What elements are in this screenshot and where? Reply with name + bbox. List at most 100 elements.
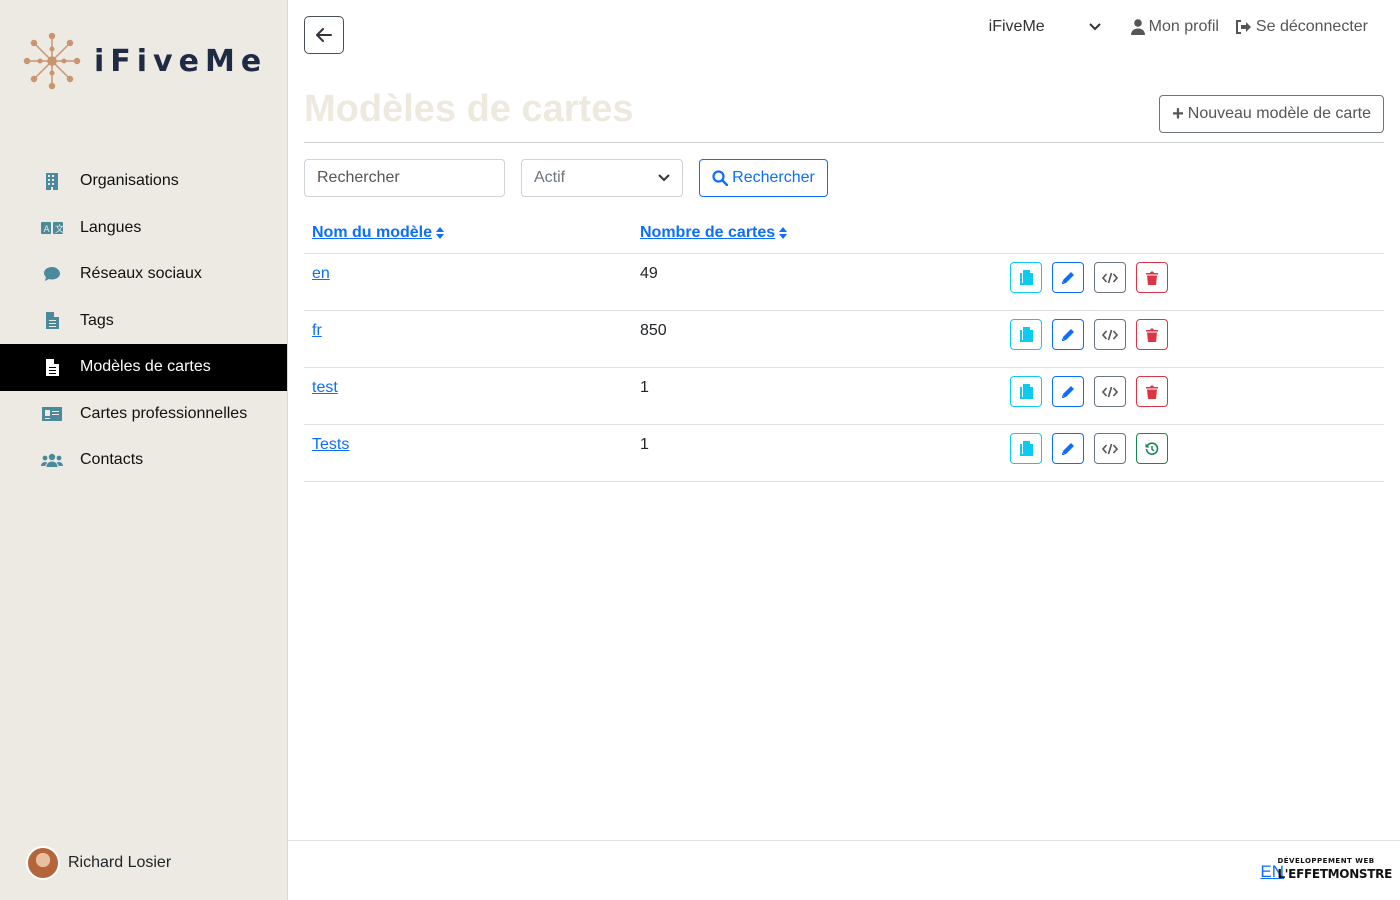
code-icon	[1102, 443, 1118, 454]
user-icon	[1130, 19, 1145, 35]
status-select-value: Actif	[534, 169, 566, 186]
page-title: Modèles de cartes	[304, 88, 634, 130]
search-button-label: Rechercher	[732, 169, 815, 186]
card-templates-table: Nom du modèle Nombre de cartes en 49 fr …	[304, 215, 1384, 482]
card-count: 850	[640, 322, 667, 339]
delete-button[interactable]	[1136, 262, 1168, 293]
delete-button[interactable]	[1136, 376, 1168, 407]
profile-link-label: Mon profil	[1148, 18, 1219, 35]
sidebar-item-label: Réseaux sociaux	[80, 265, 202, 283]
sort-by-count-header[interactable]: Nombre de cartes	[640, 224, 788, 242]
card-count: 49	[640, 265, 658, 282]
restore-button[interactable]	[1136, 433, 1168, 464]
copy-icon	[1019, 327, 1033, 342]
sort-by-name-header[interactable]: Nom du modèle	[312, 224, 445, 242]
card-count: 1	[640, 379, 649, 396]
id-card-icon	[40, 405, 64, 423]
logo[interactable]: iFiveMe	[22, 30, 267, 92]
trash-icon	[1146, 328, 1158, 342]
avatar	[26, 846, 60, 880]
new-card-template-label: Nouveau modèle de carte	[1187, 105, 1371, 122]
edit-button[interactable]	[1052, 433, 1084, 464]
logo-text: iFiveMe	[94, 43, 268, 79]
sidebar-item-organisations[interactable]: Organisations	[0, 158, 287, 205]
sidebar-item-cartes-professionnelles[interactable]: Cartes professionnelles	[0, 391, 287, 438]
template-name-link[interactable]: test	[312, 379, 338, 397]
sign-out-icon	[1235, 20, 1251, 34]
sidebar-item-label: Cartes professionnelles	[80, 404, 248, 422]
search-input[interactable]	[304, 159, 505, 197]
copy-icon	[1019, 441, 1033, 456]
sort-icon	[779, 227, 788, 239]
building-icon	[40, 172, 64, 190]
code-icon	[1102, 272, 1118, 283]
new-card-template-button[interactable]: + Nouveau modèle de carte	[1159, 95, 1384, 133]
trash-icon	[1146, 385, 1158, 399]
organisation-select-value: iFiveMe	[988, 18, 1045, 35]
file-icon	[40, 358, 64, 376]
sidebar-item-langues[interactable]: A文 Langues	[0, 205, 287, 252]
back-button[interactable]	[304, 16, 344, 54]
duplicate-button[interactable]	[1010, 376, 1042, 407]
template-name-link[interactable]: fr	[312, 322, 322, 340]
code-icon	[1102, 329, 1118, 340]
sidebar-item-modeles-de-cartes[interactable]: Modèles de cartes	[0, 344, 287, 391]
table-row: en 49	[304, 254, 1384, 311]
copy-icon	[1019, 384, 1033, 399]
code-icon	[1102, 386, 1118, 397]
developer-credit[interactable]: DÉVELOPPEMENT WEB L'EFFETMONSTRE	[1277, 857, 1392, 881]
pencil-icon	[1062, 271, 1074, 284]
arrow-left-icon	[316, 28, 332, 42]
credit-small: DÉVELOPPEMENT WEB	[1277, 857, 1375, 865]
sidebar-item-contacts[interactable]: Contacts	[0, 437, 287, 484]
comment-icon	[40, 265, 64, 283]
embed-code-button[interactable]	[1094, 262, 1126, 293]
edit-button[interactable]	[1052, 262, 1084, 293]
delete-button[interactable]	[1136, 319, 1168, 350]
chevron-down-icon	[658, 174, 670, 182]
sidebar-item-tags[interactable]: Tags	[0, 298, 287, 345]
logout-link-label: Se déconnecter	[1255, 18, 1368, 35]
sidebar-item-label: Modèles de cartes	[80, 358, 211, 376]
table-body: en 49 fr 850 test 1 Tests 1	[304, 254, 1384, 482]
table-row: fr 850	[304, 311, 1384, 368]
user-profile[interactable]: Richard Losier	[26, 846, 171, 880]
profile-link[interactable]: Mon profil	[1130, 18, 1219, 36]
pencil-icon	[1062, 385, 1074, 398]
template-name-link[interactable]: en	[312, 265, 330, 283]
template-name-link[interactable]: Tests	[312, 436, 349, 454]
duplicate-button[interactable]	[1010, 319, 1042, 350]
user-name: Richard Losier	[68, 854, 172, 871]
sidebar-nav: Organisations A文 Langues Réseaux sociaux…	[0, 158, 287, 484]
sidebar-item-label: Organisations	[80, 172, 179, 190]
card-count: 1	[640, 436, 649, 453]
edit-button[interactable]	[1052, 319, 1084, 350]
embed-code-button[interactable]	[1094, 433, 1126, 464]
logo-network-icon	[23, 32, 81, 90]
chevron-down-icon	[1088, 23, 1101, 31]
language-icon: A文	[40, 219, 64, 237]
row-actions	[1010, 433, 1168, 464]
sort-icon	[436, 227, 445, 239]
sidebar-item-reseaux-sociaux[interactable]: Réseaux sociaux	[0, 251, 287, 298]
trash-icon	[1146, 271, 1158, 285]
row-actions	[1010, 319, 1168, 350]
search-button[interactable]: Rechercher	[699, 159, 828, 197]
sidebar: iFiveMe Organisations A文 Langues Réseaux…	[0, 0, 288, 900]
title-divider	[304, 142, 1384, 143]
embed-code-button[interactable]	[1094, 376, 1126, 407]
row-actions	[1010, 262, 1168, 293]
edit-button[interactable]	[1052, 376, 1084, 407]
logout-link[interactable]: Se déconnecter	[1235, 18, 1368, 36]
copy-icon	[1019, 270, 1033, 285]
embed-code-button[interactable]	[1094, 319, 1126, 350]
header-label: Nombre de cartes	[640, 224, 776, 241]
header-label: Nom du modèle	[312, 224, 433, 241]
status-select[interactable]: Actif	[521, 159, 683, 197]
organisation-select[interactable]: iFiveMe	[989, 18, 1101, 36]
history-icon	[1145, 441, 1159, 455]
duplicate-button[interactable]	[1010, 262, 1042, 293]
sidebar-item-label: Tags	[80, 311, 114, 329]
footer: EN DÉVELOPPEMENT WEB L'EFFETMONSTRE	[288, 840, 1400, 900]
duplicate-button[interactable]	[1010, 433, 1042, 464]
